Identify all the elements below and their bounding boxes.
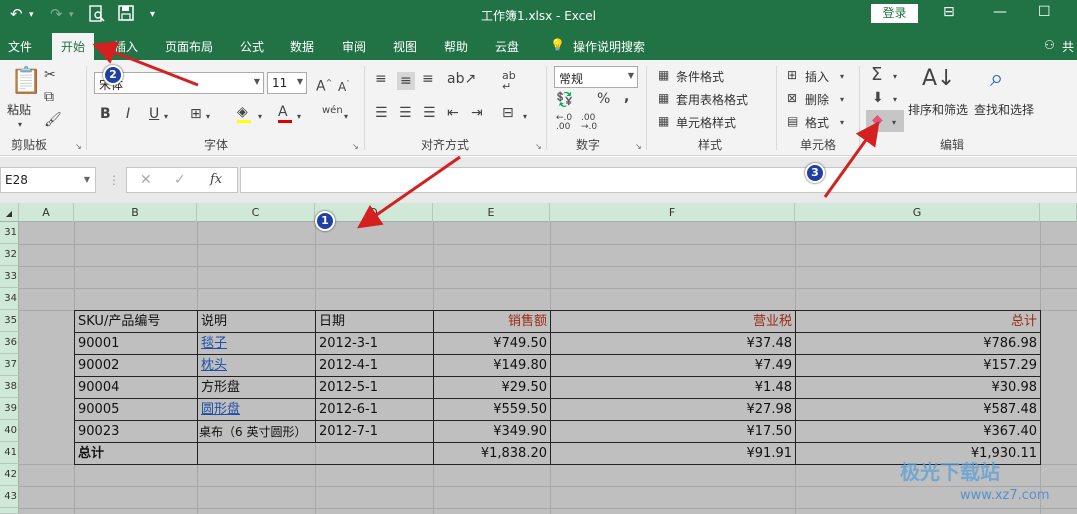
- arrow-to-clear-button: [823, 121, 880, 198]
- annotation-arrows: [92, 41, 880, 229]
- step-badge: 2: [103, 65, 123, 85]
- arrow-to-grid: [357, 155, 461, 229]
- step-badge: 3: [805, 163, 825, 183]
- step-badge: 1: [315, 211, 335, 231]
